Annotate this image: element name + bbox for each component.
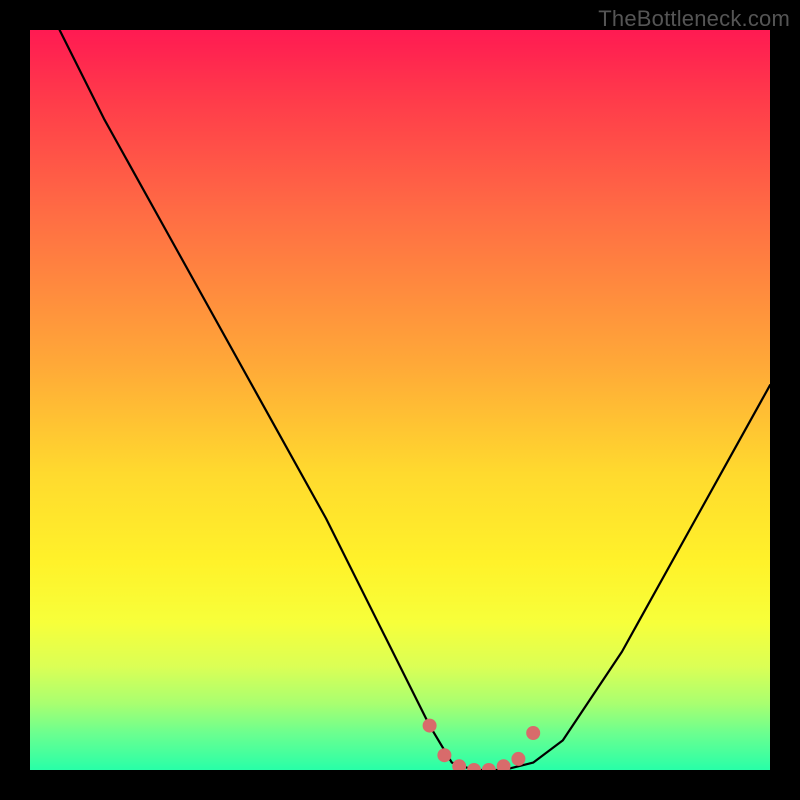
curve-layer xyxy=(30,30,770,770)
plot-area xyxy=(30,30,770,770)
highlight-dot xyxy=(437,748,451,762)
highlight-dot xyxy=(482,763,496,770)
highlight-dot xyxy=(526,726,540,740)
watermark-text: TheBottleneck.com xyxy=(598,6,790,32)
highlight-dot xyxy=(467,763,481,770)
bottleneck-curve xyxy=(60,30,770,770)
chart-frame: TheBottleneck.com xyxy=(0,0,800,800)
highlight-dot xyxy=(497,759,511,770)
highlight-dot xyxy=(452,759,466,770)
highlight-dot xyxy=(511,752,525,766)
highlight-dot xyxy=(423,719,437,733)
